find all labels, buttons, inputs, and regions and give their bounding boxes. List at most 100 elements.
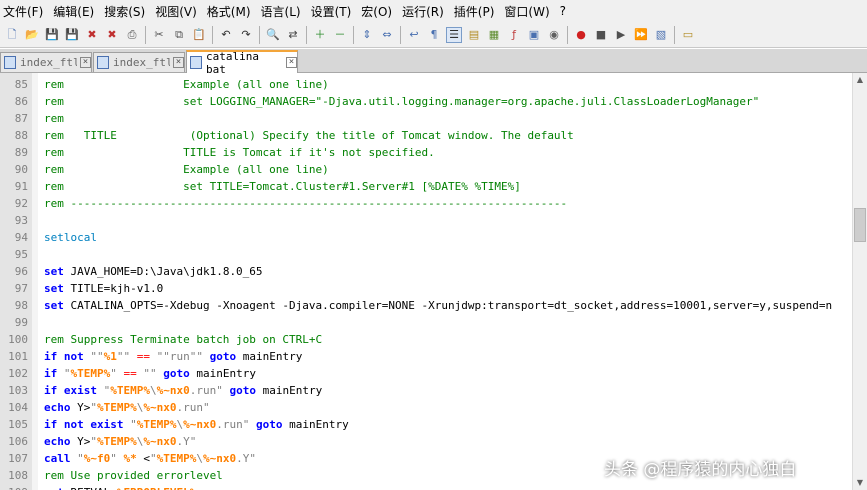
menu-item-1[interactable]: 编辑(E) [50,3,101,20]
menu-item-9[interactable]: 插件(P) [451,3,502,20]
menu-item-8[interactable]: 运行(R) [399,3,451,20]
sync-horizontal-icon[interactable]: ⇔ [379,27,395,43]
print-icon[interactable]: ⎙ [124,27,140,43]
menu-item-7[interactable]: 宏(O) [358,3,399,20]
cut-icon[interactable]: ✂ [151,27,167,43]
indent-guide-icon[interactable]: ☰ [446,26,462,43]
toolbar-separator [567,25,568,44]
tab-bar: index_ftl × index_ftl × catalina bat × [0,49,867,76]
playback-macro-icon[interactable]: ▶ [613,27,629,43]
menu-item-10[interactable]: 窗口(W) [501,3,556,20]
menu-item-5[interactable]: 语言(L) [258,3,308,20]
show-all-chars-icon[interactable]: ¶ [426,27,442,43]
redo-icon[interactable]: ↷ [238,27,254,43]
copy-icon[interactable]: ⧉ [171,27,187,43]
code-editor[interactable]: 85 rem Example (all one line) 86 rem set LO… [0,73,852,490]
tab-2[interactable]: catalina bat × [186,50,298,76]
toolbar-separator [400,25,401,44]
word-wrap-icon[interactable]: ↩ [406,27,422,43]
tab-label: index_ftl [20,56,77,69]
code-text: rem [44,110,64,127]
zoom-in-icon[interactable]: ＋ [312,27,328,43]
code-token: exist [63,384,97,397]
close-tab-icon[interactable]: × [173,57,184,68]
new-file-icon[interactable]: 🗋 [4,27,20,43]
tab-0[interactable]: index_ftl × [0,52,92,72]
document-icon [190,56,202,69]
code-token: %~nx0 [156,384,190,397]
code-text: if not exist "%TEMP%\%~nx0.run" goto mai… [44,416,349,433]
replace-icon[interactable]: ⇄ [285,27,301,43]
code-token: \ [150,384,157,397]
close-tab-icon[interactable]: × [286,57,297,68]
save-file-icon[interactable]: 💾 [44,27,60,43]
stop-recording-icon[interactable]: ■ [593,27,609,43]
monitoring-icon[interactable]: ◉ [546,27,562,43]
code-text: rem set TITLE=Tomcat.Cluster#1.Server#1 … [44,178,521,195]
folder-workspace-icon[interactable]: ▣ [526,27,542,43]
undo-icon[interactable]: ↶ [218,27,234,43]
code-text: if not ""%1"" == ""run"" goto mainEntry [44,348,302,365]
code-token: " [90,435,97,448]
code-token: if [44,418,58,431]
record-macro-icon[interactable]: ● [573,27,589,43]
menu-item-6[interactable]: 设置(T) [308,3,359,20]
watermark: 头条 @程序猿的内心独白 [604,460,797,480]
code-token: "" [90,350,104,363]
menu-item-3[interactable]: 视图(V) [152,3,204,20]
close-all-icon[interactable]: ✖ [104,27,120,43]
line-number: 99 [14,316,28,329]
code-token: " [77,452,84,465]
function-list-icon[interactable]: ƒ [506,27,522,43]
code-line: 102 if "%TEMP%" == "" goto mainEntry [0,365,852,382]
scroll-down-arrow-icon[interactable]: ▼ [853,476,867,490]
code-token: < [136,452,150,465]
scrollbar-thumb[interactable] [854,208,866,242]
code-token: call [44,452,71,465]
close-file-icon[interactable]: ✖ [84,27,100,43]
document-icon [4,56,16,69]
line-number: 86 [14,95,28,108]
run-macro-multiple-icon[interactable]: ⏩ [633,27,649,43]
code-line: 92 rem ----------------------------------… [0,195,852,212]
menu-bar: 文件(F) 编辑(E) 搜索(S) 视图(V) 格式(M) 语言(L) 设置(T) 宏(O) 运… [0,0,867,22]
line-number: 106 [8,435,28,448]
code-line: 89 rem TITLE is Tomcat if it's not specif… [0,144,852,161]
sync-vertical-icon[interactable]: ⇕ [359,27,375,43]
menu-item-2[interactable]: 搜索(S) [101,3,152,20]
code-token: %~nx0 [203,452,237,465]
save-all-icon[interactable]: 💾 [64,27,80,43]
scroll-up-arrow-icon[interactable]: ▲ [853,73,867,87]
close-tab-icon[interactable]: × [80,57,91,68]
code-token: set [44,486,64,490]
language-panel-icon[interactable]: ▤ [466,27,482,43]
code-token: .run" [176,401,210,414]
save-macro-icon[interactable]: ▧ [653,27,669,43]
open-file-icon[interactable]: 📂 [24,27,40,43]
vertical-scrollbar[interactable]: ▲ ▼ [852,73,867,490]
code-token: not [63,350,84,363]
line-number: 109 [0,484,28,490]
zoom-out-icon[interactable]: － [332,27,348,43]
paste-icon[interactable]: 📋 [191,27,207,43]
document-map-icon[interactable]: ▦ [486,27,502,43]
menu-item-0[interactable]: 文件(F) [0,3,50,20]
tab-1[interactable]: index_ftl × [93,52,185,72]
line-number: 90 [14,163,28,176]
code-token: mainEntry [189,367,256,380]
toolbar-separator [353,25,354,44]
find-icon[interactable]: 🔍 [265,27,281,43]
code-line: 85 rem Example (all one line) [0,76,852,93]
extra-tool-icon[interactable]: ▭ [680,27,696,43]
menu-item-4[interactable]: 格式(M) [204,3,258,20]
menu-item-11[interactable]: ? [557,4,573,18]
line-number: 103 [8,384,28,397]
line-number: 89 [14,146,28,159]
code-token: %TEMP% [156,452,197,465]
code-token: JAVA_HOME=D:\Java\jdk1.8.0_65 [63,265,263,278]
code-token: %~nx0 [143,401,177,414]
